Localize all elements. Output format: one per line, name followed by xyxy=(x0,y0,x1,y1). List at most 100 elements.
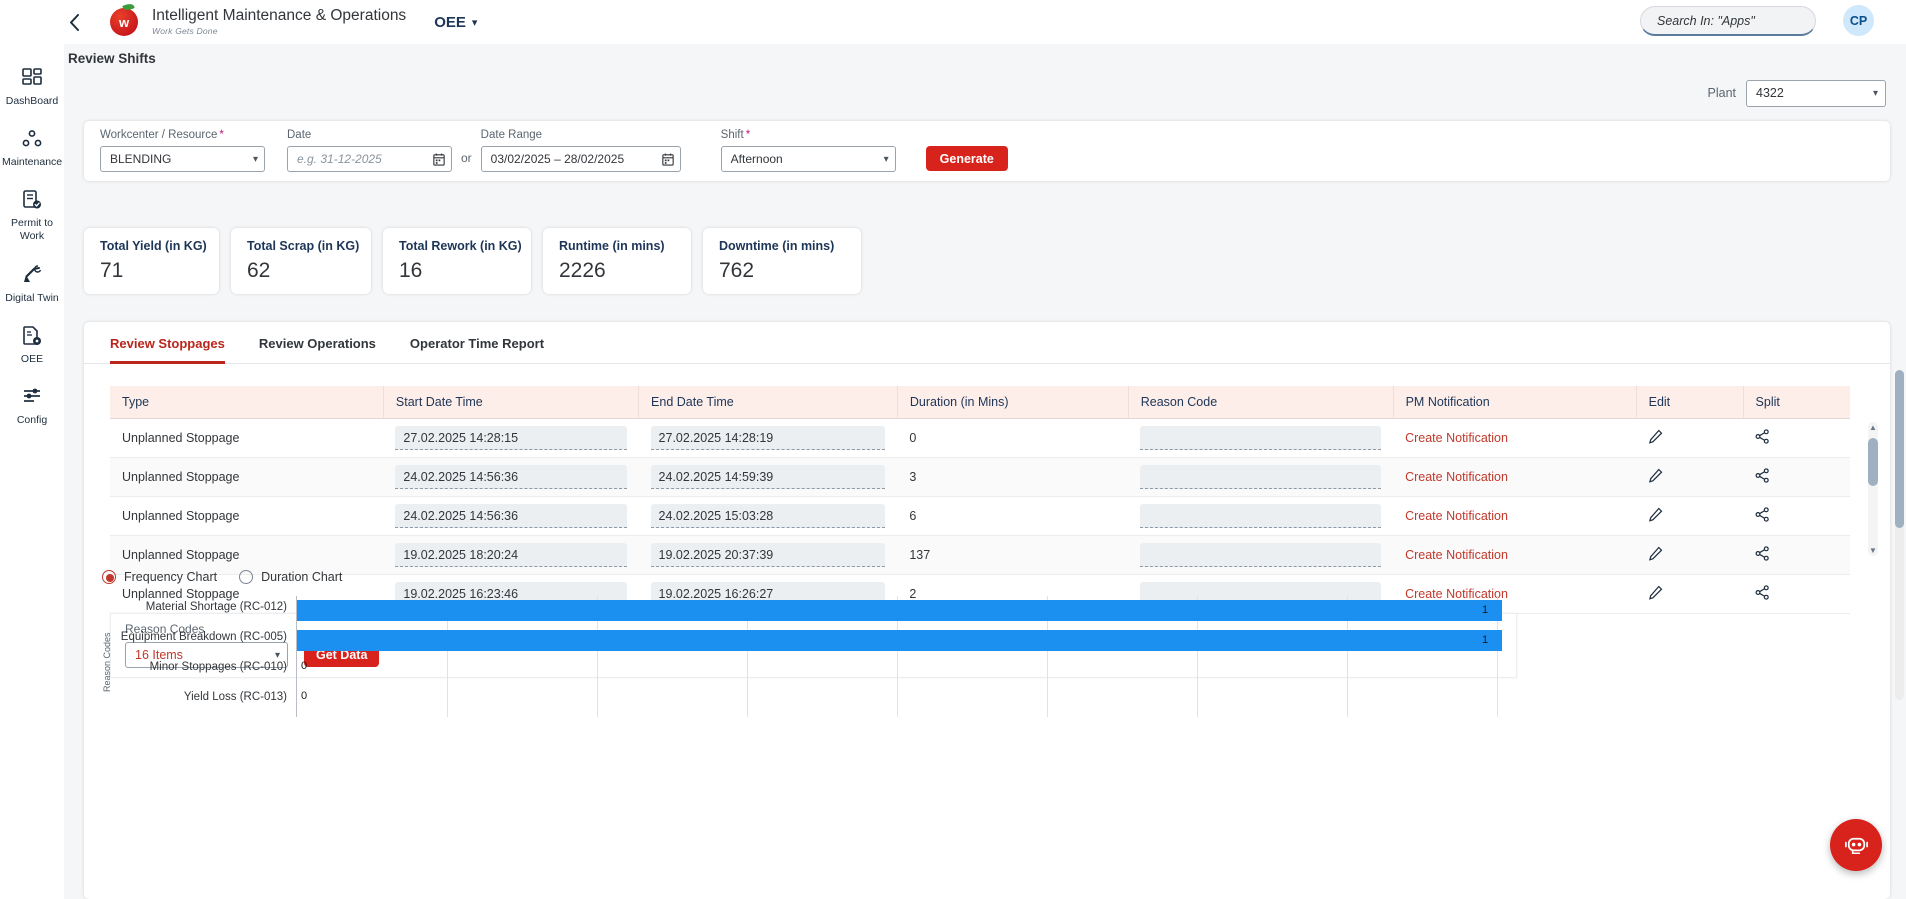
cell-type: Unplanned Stoppage xyxy=(110,418,384,458)
date-input[interactable]: e.g. 31-12-2025 xyxy=(287,146,452,172)
shift-label: Shift * xyxy=(721,129,896,141)
chevron-left-icon xyxy=(69,13,79,31)
cell-duration: 6 xyxy=(897,496,1129,536)
app-switcher[interactable]: OEE ▾ xyxy=(434,14,477,31)
tab-review-stoppages[interactable]: Review Stoppages xyxy=(110,336,225,364)
pencil-icon[interactable] xyxy=(1648,429,1663,444)
avatar[interactable]: CP xyxy=(1843,5,1874,36)
table-row[interactable]: Unplanned Stoppage 24.02.2025 14:56:36 2… xyxy=(110,457,1850,497)
create-notification-link[interactable]: Create Notification xyxy=(1405,548,1508,562)
kpi-cards: Total Yield (in KG) 71 Total Scrap (in K… xyxy=(84,228,861,294)
kpi-title: Runtime (in mins) xyxy=(559,239,665,253)
column-header-edit: Edit xyxy=(1636,386,1744,419)
table-row[interactable]: Unplanned Stoppage 27.02.2025 14:28:15 2… xyxy=(110,418,1850,458)
sidebar-item-digital-twin[interactable]: Digital Twin xyxy=(0,253,64,314)
cell-end-date-time[interactable]: 24.02.2025 14:59:39 xyxy=(650,465,886,489)
shift-select[interactable]: Afternoon ▾ xyxy=(720,146,896,172)
required-marker: * xyxy=(745,129,751,141)
share-split-icon[interactable] xyxy=(1755,546,1770,561)
calendar-icon[interactable] xyxy=(433,153,445,166)
chart-bar[interactable] xyxy=(297,600,1502,621)
nodes-maintenance-icon xyxy=(2,126,62,152)
share-split-icon[interactable] xyxy=(1755,468,1770,483)
tab-operator-time-report[interactable]: Operator Time Report xyxy=(410,336,544,364)
cell-end-date-time[interactable]: 27.02.2025 14:28:19 xyxy=(650,426,886,450)
cell-end-date-time[interactable]: 19.02.2025 20:37:39 xyxy=(650,543,886,567)
share-split-icon[interactable] xyxy=(1755,585,1770,600)
chart-bar[interactable] xyxy=(297,630,1502,651)
shift-label-text: Shift xyxy=(720,129,744,141)
pencil-icon[interactable] xyxy=(1648,507,1663,522)
sidebar-item-maintenance[interactable]: Maintenance xyxy=(0,117,64,178)
sidebar-item-oee[interactable]: OEE xyxy=(0,314,64,375)
cell-reason-code[interactable] xyxy=(1140,465,1382,489)
cell-start-date-time[interactable]: 24.02.2025 14:56:36 xyxy=(395,504,627,528)
chart-plot-area: 1 1 0 0 xyxy=(296,596,1502,717)
cell-end-date-time[interactable]: 24.02.2025 15:03:28 xyxy=(650,504,886,528)
stoppages-table-wrapper: Type Start Date Time End Date Time Durat… xyxy=(110,386,1878,614)
cell-duration: 137 xyxy=(897,535,1129,575)
chat-bot-button[interactable] xyxy=(1830,819,1882,871)
pencil-icon[interactable] xyxy=(1648,585,1663,600)
radio-duration-chart[interactable]: Duration Chart xyxy=(239,570,342,584)
sidebar-item-permit-to-work[interactable]: Permit to Work xyxy=(0,178,64,252)
cell-reason-code[interactable] xyxy=(1140,426,1382,450)
create-notification-link[interactable]: Create Notification xyxy=(1405,509,1508,523)
sidebar-item-config[interactable]: Config xyxy=(0,375,64,436)
chart-category-label-row: Minor Stoppages (RC-010) xyxy=(102,652,296,682)
workcenter-value: BLENDING xyxy=(110,152,172,166)
cell-start-date-time[interactable]: 24.02.2025 14:56:36 xyxy=(395,465,627,489)
page-title-text: Review Shifts xyxy=(68,50,156,66)
search-box[interactable] xyxy=(1640,6,1822,36)
share-split-icon[interactable] xyxy=(1755,429,1770,444)
column-header-start-date-time: Start Date Time xyxy=(383,386,640,419)
kpi-value: 62 xyxy=(247,259,271,282)
kpi-title: Total Yield (in KG) xyxy=(100,239,207,253)
date-range-input[interactable]: 03/02/2025 – 28/02/2025 xyxy=(480,146,681,172)
workcenter-filter: Workcenter / Resource * BLENDING ▾ xyxy=(100,129,265,172)
plant-selector-row: Plant 4322 ▾ xyxy=(66,74,1906,112)
cell-type: Unplanned Stoppage xyxy=(110,535,384,575)
scroll-down-arrow-icon[interactable]: ▼ xyxy=(1869,546,1877,555)
content-panel: Review Stoppages Review Operations Opera… xyxy=(84,322,1890,899)
page-vertical-scrollbar[interactable] xyxy=(1895,370,1904,700)
calendar-icon[interactable] xyxy=(661,153,674,166)
table-row[interactable]: Unplanned Stoppage 24.02.2025 14:56:36 2… xyxy=(110,496,1850,536)
cell-start-date-time[interactable]: 19.02.2025 18:20:24 xyxy=(395,543,627,567)
share-split-icon[interactable] xyxy=(1755,507,1770,522)
radio-label: Duration Chart xyxy=(261,570,343,584)
or-separator: or xyxy=(461,151,472,165)
create-notification-link[interactable]: Create Notification xyxy=(1405,431,1508,445)
back-button[interactable] xyxy=(52,0,96,44)
plant-select-value: 4322 xyxy=(1756,86,1784,100)
column-header-split: Split xyxy=(1743,386,1850,419)
pencil-icon[interactable] xyxy=(1648,546,1663,561)
brand-title: Intelligent Maintenance & Operations xyxy=(152,7,407,25)
kpi-value: 71 xyxy=(100,259,124,282)
plant-select[interactable]: 4322 ▾ xyxy=(1746,79,1886,107)
sidebar-item-label: Maintenance xyxy=(2,156,63,169)
table-row[interactable]: Unplanned Stoppage 19.02.2025 18:20:24 1… xyxy=(110,535,1850,575)
kpi-title: Downtime (in mins) xyxy=(719,239,835,253)
cell-reason-code[interactable] xyxy=(1140,504,1382,528)
radio-frequency-chart[interactable]: Frequency Chart xyxy=(102,570,217,584)
shift-value: Afternoon xyxy=(730,152,783,166)
pencil-icon[interactable] xyxy=(1648,468,1663,483)
search-input[interactable] xyxy=(1655,12,1822,29)
radio-label: Frequency Chart xyxy=(124,570,218,584)
page-scroll-thumb[interactable] xyxy=(1895,370,1904,528)
table-vertical-scrollbar[interactable]: ▲ ▼ xyxy=(1868,422,1878,556)
cell-start-date-time[interactable]: 27.02.2025 14:28:15 xyxy=(395,426,627,450)
workcenter-select[interactable]: BLENDING ▾ xyxy=(100,146,265,172)
generate-button[interactable]: Generate xyxy=(925,146,1008,171)
create-notification-link[interactable]: Create Notification xyxy=(1405,470,1508,484)
chat-bot-icon xyxy=(1844,837,1868,854)
tab-review-operations[interactable]: Review Operations xyxy=(259,336,376,364)
scroll-up-arrow-icon[interactable]: ▲ xyxy=(1869,423,1877,432)
sidebar-item-dashboard[interactable]: DashBoard xyxy=(0,56,64,117)
cell-reason-code[interactable] xyxy=(1140,543,1382,567)
required-marker: * xyxy=(219,129,224,141)
table-scroll-thumb[interactable] xyxy=(1868,438,1878,486)
chart-bar-value: 0 xyxy=(301,660,308,672)
document-check-icon xyxy=(2,187,62,213)
